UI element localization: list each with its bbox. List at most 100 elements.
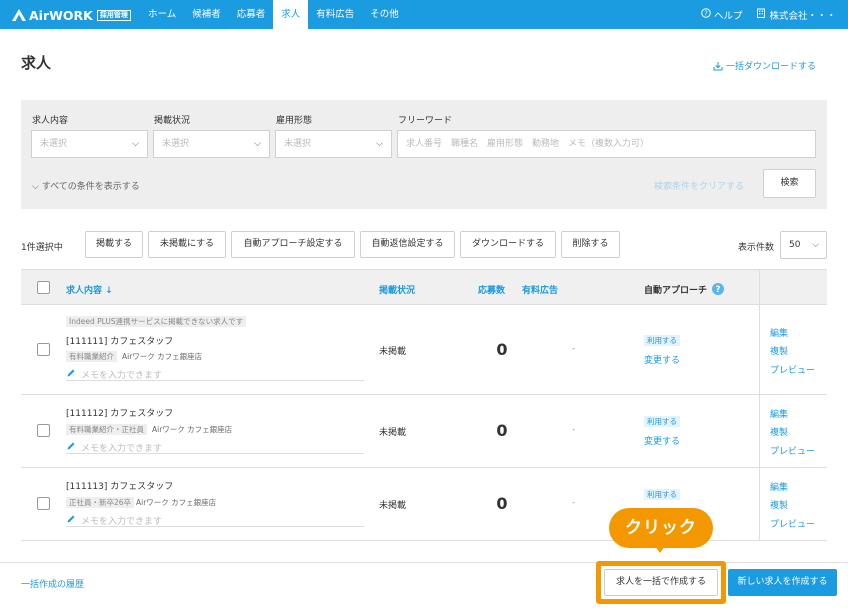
edit-link[interactable]: 編集 (770, 407, 788, 420)
employment-type-value: 未選択 (284, 139, 312, 149)
auto-approach-change-link[interactable]: 変更する (644, 353, 680, 366)
freeword-placeholder: 求人番号 職種名 雇用形態 勤務地 メモ（複数入力可） (406, 139, 650, 149)
show-all-label: すべての条件を表示する (41, 182, 140, 192)
preview-link[interactable]: プレビュー (770, 363, 815, 376)
posting-status-label: 掲載状況 (154, 116, 191, 126)
auto-approach-setting-button[interactable]: 自動アプローチ設定する (231, 231, 355, 258)
job-content-label: 求人内容 (32, 116, 69, 126)
posting-status: 未掲載 (379, 347, 407, 357)
pencil-icon (67, 515, 75, 523)
building-icon (756, 8, 766, 21)
employment-type-select[interactable]: 未選択 ⌵ (275, 130, 392, 158)
row-checkbox[interactable] (37, 424, 50, 437)
airwork-logo[interactable]: AirWORK 採用管理 (12, 7, 131, 23)
edit-link[interactable]: 編集 (770, 480, 788, 493)
brand-name: AirWORK (29, 7, 93, 23)
nav-home[interactable]: ホーム (140, 0, 184, 29)
chevron-down-icon: ⌵ (254, 139, 261, 149)
search-button[interactable]: 検索 (763, 169, 816, 198)
bulk-create-history-link[interactable]: 一括作成の履歴 (21, 577, 84, 590)
freeword-label: フリーワード (398, 116, 453, 126)
per-page-value: 50 (789, 240, 801, 250)
pencil-icon (67, 369, 75, 377)
chevron-down-icon: ⌵ (812, 240, 819, 250)
auto-approach-badge: 利用する (644, 489, 680, 500)
bulk-create-button[interactable]: 求人を一括で作成する (604, 569, 718, 596)
company-menu[interactable]: 株式会社・・・ (756, 8, 836, 22)
job-title[interactable]: [111112] カフェスタッフ (66, 406, 173, 419)
auto-approach-change-link[interactable]: 変更する (644, 434, 680, 447)
table-header: 求人内容 ↓ 掲載状況 応募数 有料広告 自動アプローチ ? (21, 269, 827, 305)
chevron-down-icon: ⌵ (132, 139, 139, 149)
edit-link[interactable]: 編集 (770, 326, 788, 339)
download-button[interactable]: ダウンロードする (460, 231, 556, 258)
posting-status-select[interactable]: 未選択 ⌵ (153, 130, 270, 158)
footer-bar: 一括作成の履歴 求人を一括で作成する 新しい求人を作成する (0, 561, 848, 608)
application-count[interactable]: 0 (492, 340, 512, 359)
unpublish-button[interactable]: 未掲載にする (148, 231, 226, 258)
page-title: 求人 (21, 54, 52, 72)
airwork-logo-icon (12, 9, 26, 21)
sort-paid-ad-header[interactable]: 有料広告 (522, 283, 558, 296)
paid-ad-value: - (572, 425, 576, 435)
job-tag: 有料職業紹介 (66, 351, 117, 362)
job-content-header-label: 求人内容 (66, 286, 103, 296)
chevron-down-icon: ⌵ (376, 139, 383, 149)
job-content-select[interactable]: 未選択 ⌵ (31, 130, 148, 158)
posting-status-value: 未選択 (162, 139, 190, 149)
delete-button[interactable]: 削除する (561, 231, 620, 258)
job-title[interactable]: [111113] カフェスタッフ (66, 479, 173, 492)
publish-button[interactable]: 掲載する (85, 231, 143, 258)
freeword-input[interactable]: 求人番号 職種名 雇用形態 勤務地 メモ（複数入力可） (397, 130, 816, 158)
auto-approach-badge: 利用する (644, 335, 680, 346)
click-callout: クリック (609, 508, 713, 548)
help-circle-icon[interactable]: ? (712, 283, 725, 295)
sort-applications-header[interactable]: 応募数 (478, 283, 505, 296)
application-count[interactable]: 0 (492, 494, 512, 513)
selection-count: 1件選択中 (21, 243, 63, 253)
duplicate-link[interactable]: 複製 (770, 425, 788, 438)
sort-status-header[interactable]: 掲載状況 (379, 283, 415, 296)
nav-applicants[interactable]: 応募者 (229, 0, 274, 29)
pencil-icon (67, 442, 75, 450)
help-label: ヘルプ (713, 10, 743, 22)
select-all-checkbox[interactable] (37, 281, 50, 294)
preview-link[interactable]: プレビュー (770, 517, 815, 530)
job-location: Airワーク カフェ銀座店 (136, 498, 217, 507)
table-row: Indeed PLUS連携サービスに掲載できない求人です [111111] カフ… (21, 305, 827, 395)
nav-paid-ads[interactable]: 有料広告 (308, 0, 362, 29)
nav-candidates[interactable]: 候補者 (184, 0, 229, 29)
memo-field[interactable]: メモを入力できます (66, 513, 364, 527)
memo-field[interactable]: メモを入力できます (66, 367, 364, 381)
show-all-conditions-toggle[interactable]: ⌵ すべての条件を表示する (32, 179, 140, 192)
auto-approach-header-label: 自動アプローチ (644, 286, 708, 296)
application-count[interactable]: 0 (492, 421, 512, 440)
job-content-value: 未選択 (40, 139, 68, 149)
job-title[interactable]: [111111] カフェスタッフ (66, 334, 173, 347)
table-row: [111112] カフェスタッフ 有料職業紹介・正社員 Airワーク カフェ銀座… (21, 395, 827, 468)
callout-pointer (655, 546, 665, 553)
duplicate-link[interactable]: 複製 (770, 344, 788, 357)
sort-job-content-header[interactable]: 求人内容 ↓ (66, 283, 113, 296)
create-new-job-button[interactable]: 新しい求人を作成する (728, 569, 837, 596)
arrow-down-icon: ↓ (105, 286, 113, 296)
memo-placeholder: メモを入力できます (81, 517, 163, 527)
clear-conditions-link[interactable]: 検索条件をクリアする (654, 179, 744, 192)
memo-field[interactable]: メモを入力できます (66, 440, 364, 454)
preview-link[interactable]: プレビュー (770, 444, 815, 457)
memo-placeholder: メモを入力できます (81, 371, 163, 381)
top-nav-bar: AirWORK 採用管理 ホーム 候補者 応募者 求人 有料広告 その他 ? ヘ… (0, 0, 848, 29)
help-circle-icon: ? (701, 8, 711, 21)
help-link[interactable]: ? ヘルプ (701, 8, 743, 22)
duplicate-link[interactable]: 複製 (770, 498, 788, 511)
paid-ad-value: - (572, 498, 576, 508)
row-checkbox[interactable] (37, 343, 50, 356)
row-checkbox[interactable] (37, 497, 50, 510)
per-page-select[interactable]: 50 ⌵ (780, 231, 827, 259)
employment-type-label: 雇用形態 (276, 116, 313, 126)
nav-jobs[interactable]: 求人 (273, 0, 309, 29)
auto-reply-setting-button[interactable]: 自動返信設定する (360, 231, 455, 258)
nav-others[interactable]: その他 (362, 0, 407, 29)
bulk-download-link[interactable]: 一括ダウンロードする (713, 59, 816, 72)
company-name: 株式会社・・・ (769, 10, 836, 22)
